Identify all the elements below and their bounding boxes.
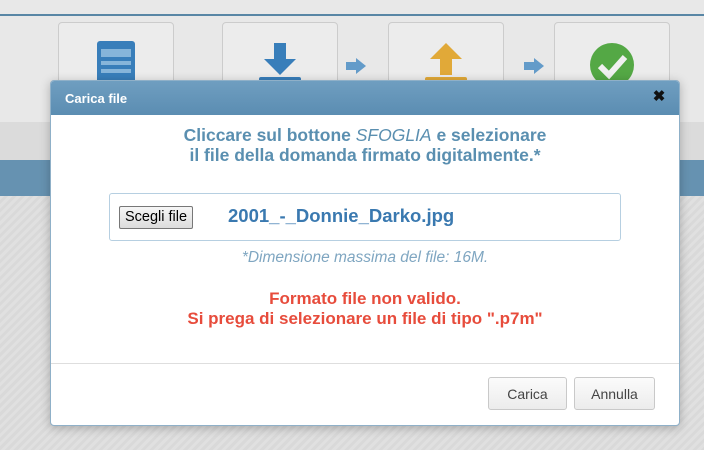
- dialog-header: Carica file ✖: [51, 81, 679, 115]
- instructions-text: Cliccare sul bottone SFOGLIA e seleziona…: [51, 125, 679, 165]
- instructions-line-1: Cliccare sul bottone SFOGLIA e seleziona…: [51, 125, 679, 145]
- instructions-part-1: Cliccare sul bottone: [183, 125, 356, 145]
- upload-dialog: Carica file ✖ Cliccare sul bottone SFOGL…: [50, 80, 680, 426]
- error-line-2: Si prega di selezionare un file di tipo …: [187, 309, 543, 328]
- error-line-1: Formato file non valido.: [269, 289, 461, 308]
- instructions-line-2: il file della domanda firmato digitalmen…: [189, 145, 541, 165]
- file-input-box: Scegli file 2001_-_Donnie_Darko.jpg: [109, 193, 621, 241]
- dialog-title: Carica file: [65, 91, 128, 106]
- max-size-hint: *Dimensione massima del file: 16M.: [241, 249, 489, 266]
- instructions-part-3: e selezionare: [431, 125, 547, 145]
- close-icon[interactable]: ✖: [651, 88, 667, 106]
- selected-file-name: 2001_-_Donnie_Darko.jpg: [228, 205, 455, 226]
- choose-file-button[interactable]: Scegli file: [119, 206, 194, 229]
- upload-button[interactable]: Carica: [488, 377, 567, 410]
- error-message: Formato file non valido. Si prega di sel…: [51, 289, 679, 329]
- instructions-sfoglia: SFOGLIA: [355, 125, 432, 145]
- dialog-divider: [51, 363, 679, 364]
- cancel-button[interactable]: Annulla: [574, 377, 655, 410]
